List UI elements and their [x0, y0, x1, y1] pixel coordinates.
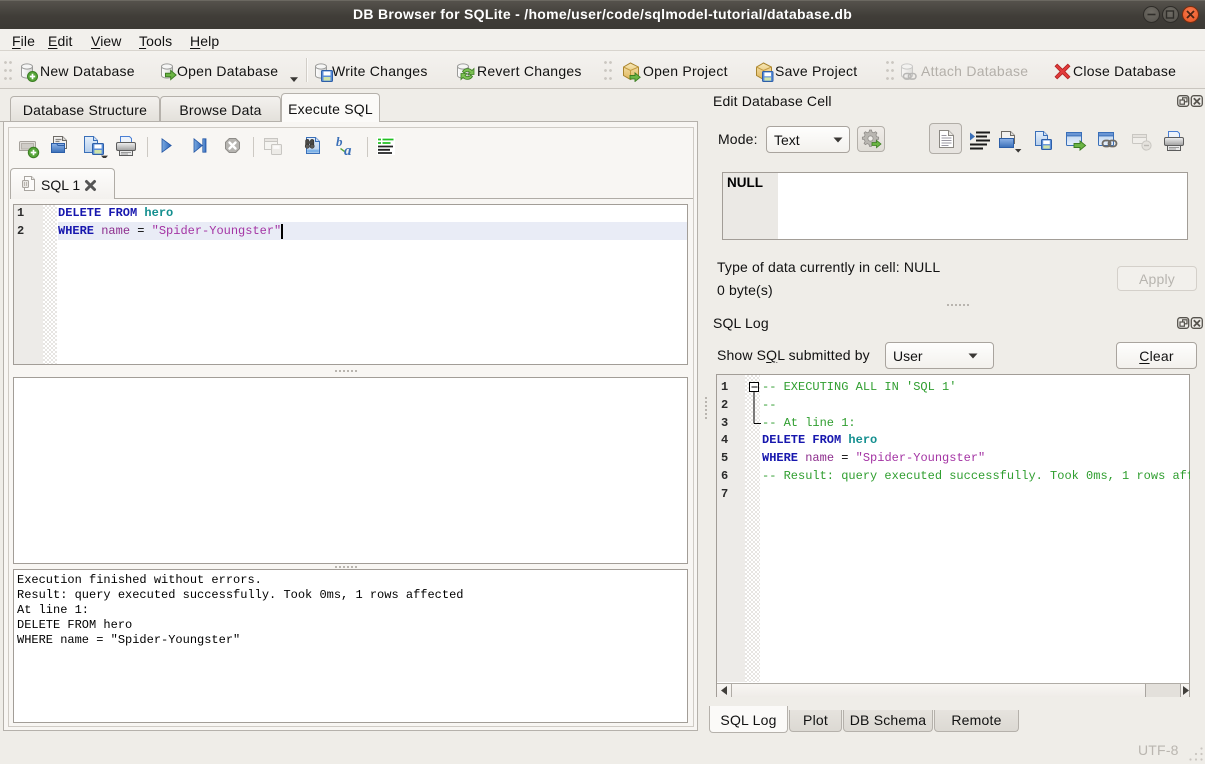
- svg-text:a: a: [344, 143, 352, 157]
- svg-text:b: b: [336, 135, 343, 149]
